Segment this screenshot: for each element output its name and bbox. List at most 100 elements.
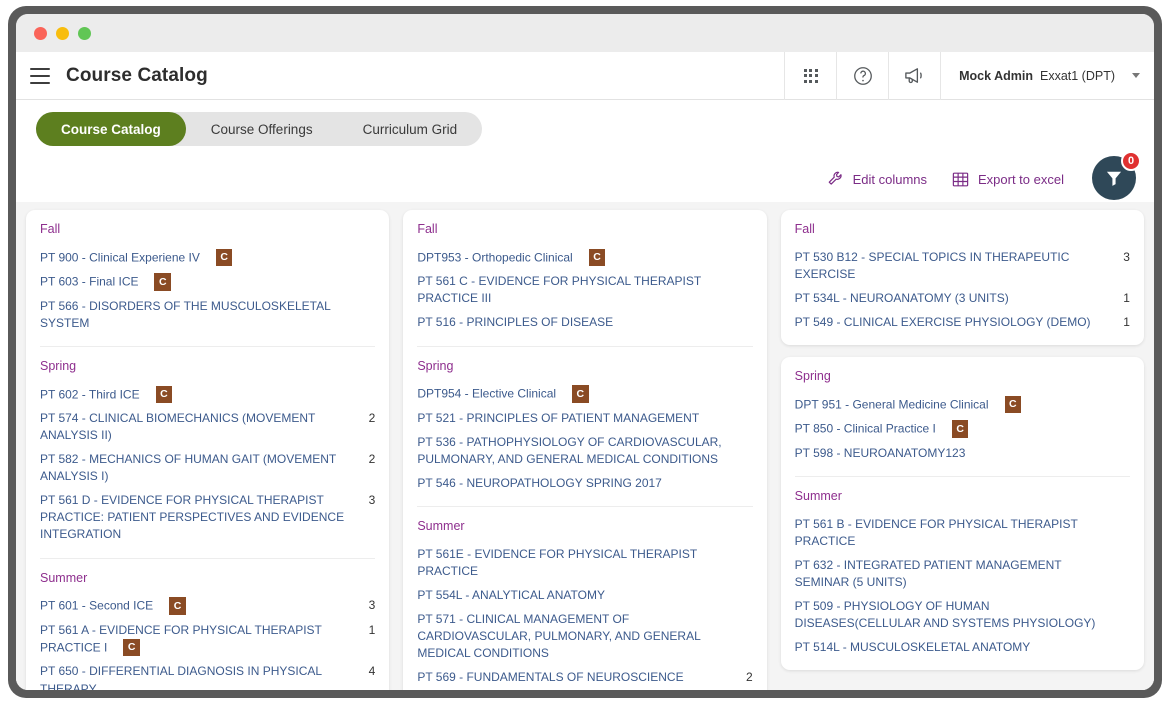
course-title: DPT953 - Orthopedic Clinical [417,250,573,264]
course-row[interactable]: DPT953 - Orthopedic Clinical C [417,245,752,270]
course-column: Fall PT 900 - Clinical Experiene IV C PT 60… [26,210,390,690]
course-row[interactable]: PT 530 B12 - SPECIAL TOPICS IN THERAPEUT… [795,245,1130,286]
term-section: Spring DPT954 - Elective Clinical C PT 521 … [417,345,753,507]
course-row[interactable]: PT 900 - Clinical Experiene IV C [40,245,375,270]
apps-grid-button[interactable] [784,51,836,100]
course-row[interactable]: PT 516 - PRINCIPLES OF DISEASE [417,311,752,335]
clinical-badge: C [951,420,969,438]
course-row[interactable]: PT 603 - Final ICE C [40,270,375,295]
course-link[interactable]: PT 521 - PRINCIPLES OF PATIENT MANAGEMEN… [417,410,738,427]
course-row[interactable]: PT 561E - EVIDENCE FOR PHYSICAL THERAPIS… [417,542,752,583]
course-row[interactable]: PT 549 - CLINICAL EXERCISE PHYSIOLOGY (D… [795,310,1130,334]
course-row[interactable]: PT 521 - PRINCIPLES OF PATIENT MANAGEMEN… [417,406,752,430]
course-link[interactable]: PT 546 - NEUROPATHOLOGY SPRING 2017 [417,475,738,492]
term-section: Summer PT 561 B - EVIDENCE FOR PHYSICAL T… [794,476,1130,670]
course-row[interactable]: PT 632 - INTEGRATED PATIENT MANAGEMENT S… [795,553,1130,594]
course-link[interactable]: PT 561 B - EVIDENCE FOR PHYSICAL THERAPI… [795,516,1116,550]
term-heading: Summer [40,570,88,585]
course-link[interactable]: DPT953 - Orthopedic Clinical C [417,248,738,267]
course-link[interactable]: PT 509 - PHYSIOLOGY OF HUMAN DISEASES(CE… [795,598,1116,632]
course-row[interactable]: PT 514L - MUSCULOSKELETAL ANATOMY [795,635,1130,659]
course-units: 3 [368,493,376,508]
term-section: Fall PT 530 B12 - SPECIAL TOPICS IN THERA… [795,210,1130,345]
course-link[interactable]: DPT 951 - General Medicine Clinical C [794,395,1116,414]
filter-button[interactable]: 0 [1092,151,1141,200]
tab-group: Course Catalog Course Offerings Curricul… [36,112,483,146]
course-link[interactable]: PT 598 - NEUROANATOMY123 [795,445,1116,462]
course-row[interactable]: PT 561 C - EVIDENCE FOR PHYSICAL THERAPI… [417,270,752,311]
clinical-badge: C [215,248,233,266]
course-row[interactable]: PT 650 - DIFFERENTIAL DIAGNOSIS IN PHYSI… [40,660,375,690]
course-row[interactable]: PT 569 - FUNDAMENTALS OF NEUROSCIENCE 2 [417,665,752,689]
page-title: Course Catalog [66,64,208,86]
course-link[interactable]: PT 632 - INTEGRATED PATIENT MANAGEMENT S… [795,557,1116,591]
course-link[interactable]: PT 569 - FUNDAMENTALS OF NEUROSCIENCE [417,669,738,686]
course-link[interactable]: PT 650 - DIFFERENTIAL DIAGNOSIS IN PHYSI… [40,663,361,690]
course-units: 3 [1123,249,1130,264]
tab-course-offerings[interactable]: Course Offerings [186,112,338,146]
tab-curriculum-grid[interactable]: Curriculum Grid [338,112,483,146]
course-row[interactable]: PT 536 - PATHOPHYSIOLOGY OF CARDIOVASCUL… [417,430,752,471]
window-maximize-button[interactable] [78,26,91,40]
window-titlebar [16,14,1154,52]
user-account-menu[interactable]: Mock Admin Exxat1 (DPT) [940,51,1154,100]
export-to-excel-button[interactable]: Export to excel [951,170,1064,189]
course-link[interactable]: PT 574 - CLINICAL BIOMECHANICS (MOVEMENT… [40,410,361,444]
course-link[interactable]: PT 601 - Second ICE C [40,597,361,615]
course-row[interactable]: PT 601 - Second ICE C 3 [40,594,375,619]
clinical-badge: C [154,273,172,291]
announcements-button[interactable] [888,51,940,100]
course-link[interactable]: PT 549 - CLINICAL EXERCISE PHYSIOLOGY (D… [795,314,1116,331]
course-link[interactable]: PT 603 - Final ICE C [40,273,361,291]
course-title: PT 566 - DISORDERS OF THE MUSCULOSKELETA… [40,298,331,330]
course-row[interactable]: PT 850 - Clinical Practice I C [795,417,1130,442]
course-row[interactable]: PT 509 - PHYSIOLOGY OF HUMAN DISEASES(CE… [795,594,1130,635]
window-close-button[interactable] [34,26,47,40]
course-row[interactable]: PT 574 - CLINICAL BIOMECHANICS (MOVEMENT… [40,407,375,448]
course-link[interactable]: PT 571 - CLINICAL MANAGEMENT OF CARDIOVA… [417,611,738,662]
course-row[interactable]: DPT954 - Elective Clinical C [417,382,752,407]
course-link[interactable]: PT 514L - MUSCULOSKELETAL ANATOMY [795,639,1116,656]
course-link[interactable]: PT 582 - MECHANICS OF HUMAN GAIT (MOVEME… [40,451,361,485]
course-link[interactable]: DPT954 - Elective Clinical C [417,385,738,403]
course-link[interactable]: PT 602 - Third ICE C [40,385,361,404]
table-grid-icon [952,172,969,186]
course-link[interactable]: PT 900 - Clinical Experiene IV C [40,248,361,267]
course-row[interactable]: PT 546 - NEUROPATHOLOGY SPRING 2017 [417,471,752,495]
course-title: PT 546 - NEUROPATHOLOGY SPRING 2017 [417,475,662,490]
course-row[interactable]: PT 598 - NEUROANATOMY123 [795,441,1130,465]
course-link[interactable]: PT 561 C - EVIDENCE FOR PHYSICAL THERAPI… [417,273,738,307]
course-title: DPT 951 - General Medicine Clinical [794,397,989,412]
course-link[interactable]: PT 561 D - EVIDENCE FOR PHYSICAL THERAPI… [40,492,361,543]
course-row[interactable]: PT 561 D - EVIDENCE FOR PHYSICAL THERAPI… [40,489,375,547]
course-row[interactable]: PT 566 - DISORDERS OF THE MUSCULOSKELETA… [40,294,375,335]
course-row[interactable]: PT 582 - MECHANICS OF HUMAN GAIT (MOVEME… [40,448,375,489]
course-link[interactable]: PT 566 - DISORDERS OF THE MUSCULOSKELETA… [40,298,361,332]
course-title: PT 650 - DIFFERENTIAL DIAGNOSIS IN PHYSI… [40,664,322,690]
course-row[interactable]: PT 571 - CLINICAL MANAGEMENT OF CARDIOVA… [417,607,752,665]
course-title: PT 530 B12 - SPECIAL TOPICS IN THERAPEUT… [794,249,1070,281]
course-title: PT 850 - Clinical Practice I [794,421,936,436]
course-link[interactable]: PT 516 - PRINCIPLES OF DISEASE [417,314,738,331]
term-heading: Spring [40,359,77,374]
course-row[interactable]: PT 534L - NEUROANATOMY (3 UNITS) 1 [795,286,1130,310]
edit-columns-button[interactable]: Edit columns [827,170,927,188]
course-units: 2 [368,411,376,426]
window-minimize-button[interactable] [56,26,69,40]
course-row[interactable]: PT 554L - ANALYTICAL ANATOMY [417,583,752,607]
hamburger-menu-icon[interactable] [30,67,50,84]
course-link[interactable]: PT 850 - Clinical Practice I C [795,420,1116,438]
course-link[interactable]: PT 554L - ANALYTICAL ANATOMY [417,587,738,604]
course-row[interactable]: DPT 951 - General Medicine Clinical C [795,392,1130,417]
course-link[interactable]: PT 536 - PATHOPHYSIOLOGY OF CARDIOVASCUL… [417,434,738,468]
help-button[interactable] [836,51,888,100]
clinical-badge: C [123,638,140,657]
tab-course-catalog[interactable]: Course Catalog [36,112,186,146]
course-link[interactable]: PT 530 B12 - SPECIAL TOPICS IN THERAPEUT… [795,249,1116,283]
course-link[interactable]: PT 561 A - EVIDENCE FOR PHYSICAL THERAPI… [40,622,361,657]
course-link[interactable]: PT 534L - NEUROANATOMY (3 UNITS) [795,290,1116,307]
course-row[interactable]: PT 602 - Third ICE C [40,382,375,407]
course-link[interactable]: PT 561E - EVIDENCE FOR PHYSICAL THERAPIS… [417,546,738,580]
course-row[interactable]: PT 561 B - EVIDENCE FOR PHYSICAL THERAPI… [795,512,1130,553]
course-row[interactable]: PT 561 A - EVIDENCE FOR PHYSICAL THERAPI… [40,618,375,660]
